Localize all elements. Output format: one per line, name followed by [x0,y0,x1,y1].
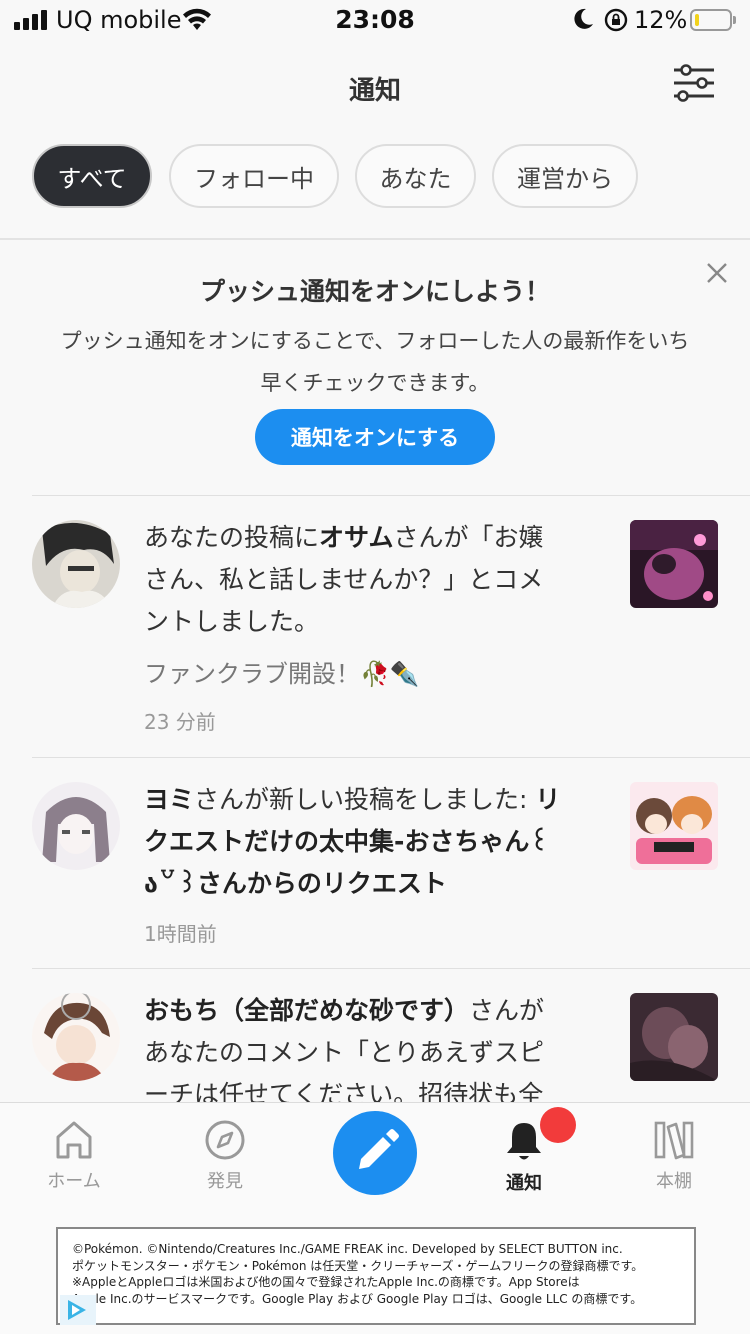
notification-text-line: クエストだけの太中集-おさちゃん꒰ [144,821,584,863]
nav-discover[interactable]: 発見 [175,1119,275,1193]
compass-icon [205,1120,245,1160]
nav-notifications-label: 通知 [506,1173,542,1194]
push-banner-description: プッシュ通知をオンにすることで、フォローした人の最新作をいち 早くチェックできま… [30,320,720,404]
copyright-line: ©Pokémon. ©Nintendo/Creatures Inc./GAME … [72,1242,623,1256]
create-post-button[interactable] [333,1111,417,1195]
nav-home[interactable]: ホーム [24,1119,124,1193]
post-title: さんからのリクエスト [196,869,447,898]
push-banner-description-line: 早くチェックできます。 [260,371,490,395]
header-divider [0,238,750,240]
bookshelf-icon [654,1121,694,1160]
copyright-line: ポケットモンスター・ポケモン・Pokémon は任天堂・クリーチャーズ・ゲームフ… [72,1258,644,1273]
enable-notifications-button[interactable]: 通知をオンにする [255,409,495,465]
notification-text-segment: さんが「お嬢 [393,523,544,552]
avatar[interactable] [32,782,120,870]
tab-you[interactable]: あなた [355,144,476,208]
avatar[interactable] [32,993,120,1081]
avatar[interactable] [32,520,120,608]
post-thumbnail[interactable] [630,782,718,870]
notification-time: 1時間前 [144,922,217,946]
user-name: おもち（全部だめな砂です） [144,996,470,1025]
status-bar: UQ mobile 23:08 12% [0,0,750,42]
notification-text-line: ントしました。 [144,607,320,636]
home-icon [56,1121,92,1159]
post-title: リ [535,785,561,814]
nav-discover-label: 発見 [207,1171,243,1192]
battery-percent: 12% [634,6,688,34]
push-banner-title: プッシュ通知をオンにしよう！ [199,277,550,306]
moon-icon [574,8,593,29]
notification-text-line: ヨミさんが新しい投稿をしました: リ [144,779,584,821]
rotation-lock-icon [604,8,628,32]
nav-bookshelf-label: 本棚 [656,1171,692,1192]
notification-text-segment: あなたの投稿に [144,523,320,552]
notification-subtext: ファンクラブ開設！🥀✒️ [144,660,420,688]
battery-icon [690,9,732,31]
notification-text-segment: さんが新しい投稿をしました: [194,785,536,814]
post-thumbnail[interactable] [630,520,718,608]
app-logo-icon [60,1295,96,1325]
push-banner-description-line: プッシュ通知をオンにすることで、フォローした人の最新作をいち [60,329,690,353]
notification-text-line: おもち（全部だめな砂です）さんが [144,990,584,1032]
notification-text-line: さん、私と話しませんか？」とコメ [144,565,544,594]
nav-bookshelf[interactable]: 本棚 [624,1119,724,1193]
page-title: 通知 [348,76,401,106]
notification-text-line: ა꒵꒱さんからのリクエスト [144,863,584,905]
notification-text-line: あなたのコメント「とりあえずスピ [144,1038,545,1067]
sliders-icon[interactable] [672,64,716,104]
notification-text-line: あなたの投稿にオサムさんが「お嬢 [144,517,584,559]
tab-all[interactable]: すべて [32,144,152,208]
bottom-nav: ホーム 発見 通知 本棚 ©Pokémon. ©Nintendo/Creatur… [0,1102,750,1334]
user-name: ヨミ [144,785,195,814]
copyright-line: ※AppleとAppleロゴは米国および他の国々で登録されたApple Inc.… [72,1275,580,1289]
notification-text: ヨミさんが新しい投稿をしました: リ クエストだけの太中集-おさちゃん꒰ ა꒵꒱… [144,779,584,905]
copyright-notice: ©Pokémon. ©Nintendo/Creatures Inc./GAME … [56,1227,696,1325]
bell-icon [507,1123,541,1160]
battery-level [695,14,699,26]
notification-text: あなたの投稿にオサムさんが「お嬢 さん、私と話しませんか？」とコメ ントしました… [144,517,584,643]
notification-badge [540,1107,576,1143]
battery-cap [733,16,736,24]
banner-divider [32,495,750,496]
user-name: オサム [319,523,394,552]
notification-text-segment: さんが [469,996,545,1025]
post-title: ა꒵꒱ [144,869,197,898]
tab-following[interactable]: フォロー中 [169,144,339,208]
post-title: クエストだけの太中集-おさちゃん꒰ [144,827,549,856]
notification-text: おもち（全部だめな砂です）さんが あなたのコメント「とりあえずスピ ーチは任せて… [144,990,584,1116]
row-divider [32,968,750,969]
notification-time: 23 分前 [144,710,216,734]
row-divider [32,757,750,758]
post-thumbnail[interactable] [630,993,718,1081]
nav-home-label: ホーム [47,1171,101,1192]
tab-from-staff[interactable]: 運営から [492,144,638,208]
copyright-line: Apple Inc.のサービスマークです。Google Play および Goo… [72,1291,643,1306]
pencil-icon [359,1129,399,1169]
